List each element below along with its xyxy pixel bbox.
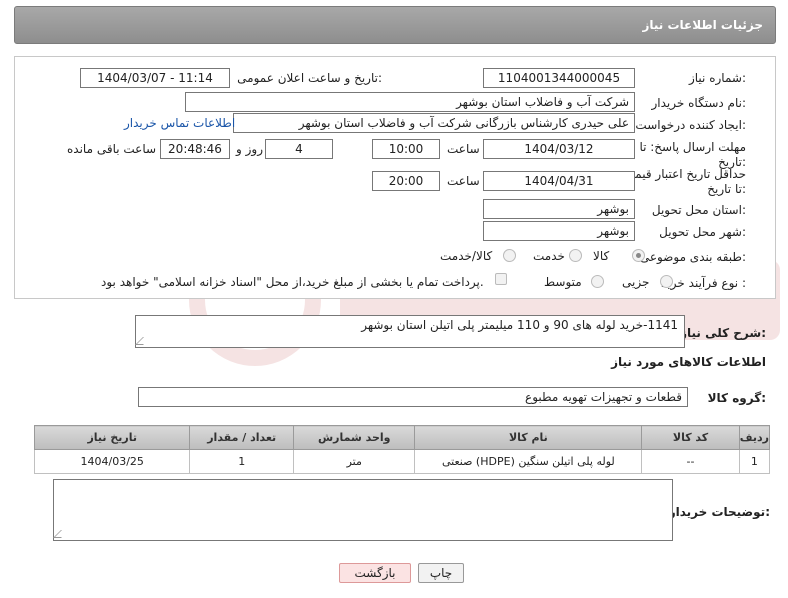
reply-deadline-time: 10:00 bbox=[372, 139, 440, 159]
resize-grip-icon bbox=[53, 530, 69, 538]
page-title: جزئیات اطلاعات نیاز bbox=[642, 18, 763, 32]
reply-deadline-label: مهلت ارسال پاسخ: تا تاریخ: bbox=[639, 140, 746, 169]
public-date-field: 1404/03/07 - 11:14 bbox=[80, 68, 230, 88]
treasury-note: پرداخت تمام یا بخشی از مبلغ خرید،از محل … bbox=[101, 275, 484, 289]
price-validity-label: حداقل تاریخ اعتبار قیمت: تا تاریخ: bbox=[619, 167, 746, 196]
back-button[interactable]: بازگشت bbox=[339, 563, 411, 583]
cell-unit: متر bbox=[292, 449, 416, 474]
buyer-contact-link[interactable]: اطلاعات تماس خریدار bbox=[124, 116, 235, 130]
reply-time-label: ساعت bbox=[447, 142, 480, 156]
page-header: جزئیات اطلاعات نیاز bbox=[14, 6, 776, 44]
delivery-province-field: بوشهر bbox=[483, 199, 635, 219]
requester-field: علی حیدری کارشناس بازرگانی شرکت آب و فاض… bbox=[233, 113, 635, 133]
col-header-quantity: تعداد / مقدار bbox=[189, 425, 294, 450]
reply-days-field: 4 bbox=[265, 139, 333, 159]
print-button[interactable]: چاپ bbox=[418, 563, 464, 583]
col-header-name: نام کالا bbox=[414, 425, 643, 450]
price-validity-time: 20:00 bbox=[372, 171, 440, 191]
public-date-label: تاریخ و ساعت اعلان عمومی: bbox=[237, 71, 382, 85]
col-header-date: تاریخ نیاز bbox=[33, 425, 191, 450]
delivery-city-label: شهر محل تحویل: bbox=[659, 225, 746, 239]
cell-name: لوله پلی اتیلن سنگین (HDPE) صنعتی bbox=[414, 449, 643, 474]
reply-days-label: روز و bbox=[236, 142, 263, 156]
description-textarea: 1141-خرید لوله های 90 و 110 میلیمتر پلی … bbox=[135, 315, 685, 348]
buyer-notes-textarea bbox=[53, 479, 673, 541]
table-header-row: ردیف کد کالا نام کالا واحد شمارش تعداد /… bbox=[33, 425, 771, 450]
col-header-code: کد کالا bbox=[641, 425, 740, 450]
goods-group-label: گروه کالا: bbox=[707, 391, 766, 405]
reply-deadline-date: 1404/03/12 bbox=[483, 139, 635, 159]
category-option-goods-service: کالا/خدمت bbox=[440, 249, 493, 263]
category-radio-goods[interactable] bbox=[632, 249, 645, 262]
process-option-minor: جزیی bbox=[622, 275, 650, 289]
buyer-notes-label: توضیحات خریدار: bbox=[668, 505, 770, 519]
need-number-label: شماره نیاز: bbox=[688, 71, 746, 85]
delivery-province-label: استان محل تحویل: bbox=[651, 203, 746, 217]
treasury-checkbox[interactable] bbox=[495, 273, 507, 285]
table-row: 1 -- لوله پلی اتیلن سنگین (HDPE) صنعتی م… bbox=[33, 449, 771, 474]
category-label: طبقه بندی موضوعی: bbox=[639, 250, 746, 264]
remaining-time-label: ساعت باقی مانده bbox=[67, 142, 157, 156]
goods-group-field: قطعات و تجهیزات تهویه مطبوع bbox=[138, 387, 688, 407]
cell-code: -- bbox=[641, 449, 740, 474]
process-radio-minor[interactable] bbox=[660, 275, 673, 288]
cell-quantity: 1 bbox=[189, 449, 294, 474]
buyer-org-label: نام دستگاه خریدار: bbox=[651, 96, 747, 110]
category-option-service: خدمت bbox=[533, 249, 565, 263]
resize-grip-icon bbox=[135, 337, 151, 345]
price-time-label: ساعت bbox=[447, 174, 480, 188]
process-option-medium: متوسط bbox=[544, 275, 582, 289]
category-option-goods: کالا bbox=[593, 249, 610, 263]
col-header-unit: واحد شمارش bbox=[292, 425, 416, 450]
process-radio-medium[interactable] bbox=[591, 275, 604, 288]
remaining-time-field: 20:48:46 bbox=[160, 139, 230, 159]
goods-table: ردیف کد کالا نام کالا واحد شمارش تعداد /… bbox=[33, 425, 771, 474]
cell-date: 1404/03/25 bbox=[33, 449, 191, 474]
category-radio-service[interactable] bbox=[569, 249, 582, 262]
goods-section-title: اطلاعات کالاهای مورد نیاز bbox=[611, 355, 766, 369]
col-header-row-number: ردیف bbox=[738, 425, 771, 450]
buyer-org-field: شرکت آب و فاضلاب استان بوشهر bbox=[185, 92, 635, 112]
need-number-field: 1104001344000045 bbox=[483, 68, 635, 88]
delivery-city-field: بوشهر bbox=[483, 221, 635, 241]
cell-row-number: 1 bbox=[738, 449, 771, 474]
description-label: شرح کلی نیاز: bbox=[680, 326, 766, 340]
requester-label: ایجاد کننده درخواست: bbox=[635, 118, 746, 132]
description-text: 1141-خرید لوله های 90 و 110 میلیمتر پلی … bbox=[361, 318, 678, 332]
price-validity-date: 1404/04/31 bbox=[483, 171, 635, 191]
category-radio-goods-service[interactable] bbox=[503, 249, 516, 262]
process-label: نوع فرآیند خرید : bbox=[661, 276, 746, 290]
